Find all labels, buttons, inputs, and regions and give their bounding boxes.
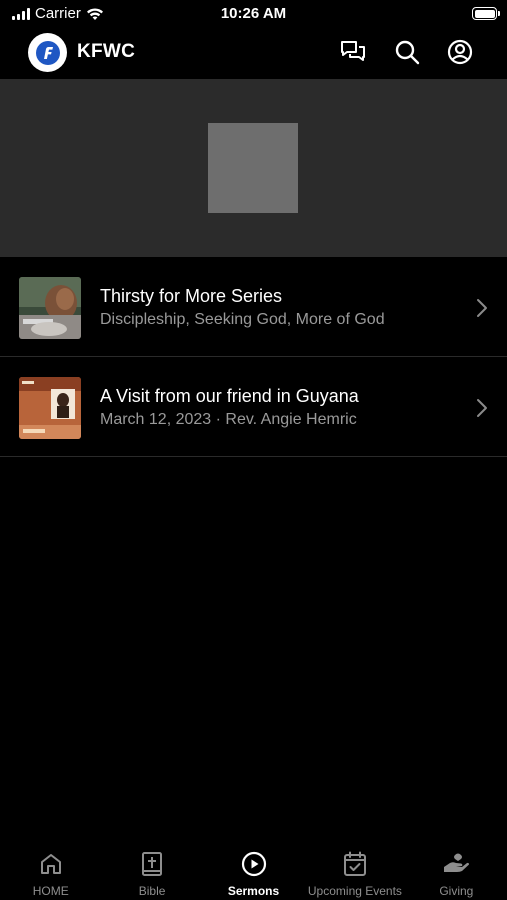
chevron-right-icon [477, 399, 487, 417]
sermon-thumbnail [19, 277, 81, 339]
status-bar: Carrier 10:26 AM [0, 0, 507, 28]
account-button[interactable] [446, 38, 474, 66]
tab-sermons[interactable]: Sermons [203, 838, 304, 900]
search-icon [395, 40, 420, 65]
church-logo[interactable] [28, 33, 67, 72]
chat-button[interactable] [339, 38, 367, 66]
account-icon [447, 39, 473, 65]
featured-banner[interactable] [0, 79, 507, 257]
tab-bible[interactable]: Bible [101, 838, 202, 900]
app-title: KFWC [77, 41, 136, 62]
sermon-title: Thirsty for More Series [100, 286, 283, 306]
sermon-item-thirsty-for-more[interactable]: Thirsty for More Series Discipleship, Se… [0, 257, 507, 357]
chat-icon [341, 41, 365, 61]
banner-image-placeholder [208, 123, 298, 213]
sermon-thumbnail [19, 377, 81, 439]
tab-giving[interactable]: Giving [406, 838, 507, 900]
battery-icon [472, 7, 500, 20]
logo-mark-icon [35, 40, 60, 65]
sermon-subtitle: Discipleship, Seeking God, More of God [100, 311, 385, 328]
bottom-tab-bar: HOME Bible Sermons Upcoming Events Givin… [0, 838, 507, 900]
sermon-item-visit-guyana[interactable]: A Visit from our friend in Guyana March … [0, 357, 507, 457]
status-time: 10:26 AM [220, 5, 287, 22]
sermon-title: A Visit from our friend in Guyana [100, 386, 359, 406]
tab-label: Giving [439, 884, 474, 898]
sermon-list: Thirsty for More Series Discipleship, Se… [0, 257, 507, 457]
search-button[interactable] [393, 38, 421, 66]
tab-home[interactable]: HOME [0, 838, 101, 900]
tab-upcoming-events[interactable]: Upcoming Events [304, 838, 405, 900]
tab-label: Sermons [227, 884, 280, 898]
tab-label: HOME [32, 884, 69, 898]
tab-label: Upcoming Events [307, 884, 402, 898]
app-header: KFWC [0, 28, 507, 78]
sermon-subtitle: March 12, 2023 · Rev. Angie Hemric [100, 411, 357, 428]
bible-icon [138, 850, 166, 878]
home-icon [37, 850, 65, 878]
giving-hand-icon [442, 850, 470, 878]
tab-label: Bible [138, 884, 166, 898]
calendar-check-icon [341, 850, 369, 878]
chevron-right-icon [477, 299, 487, 317]
play-circle-icon [240, 850, 268, 878]
